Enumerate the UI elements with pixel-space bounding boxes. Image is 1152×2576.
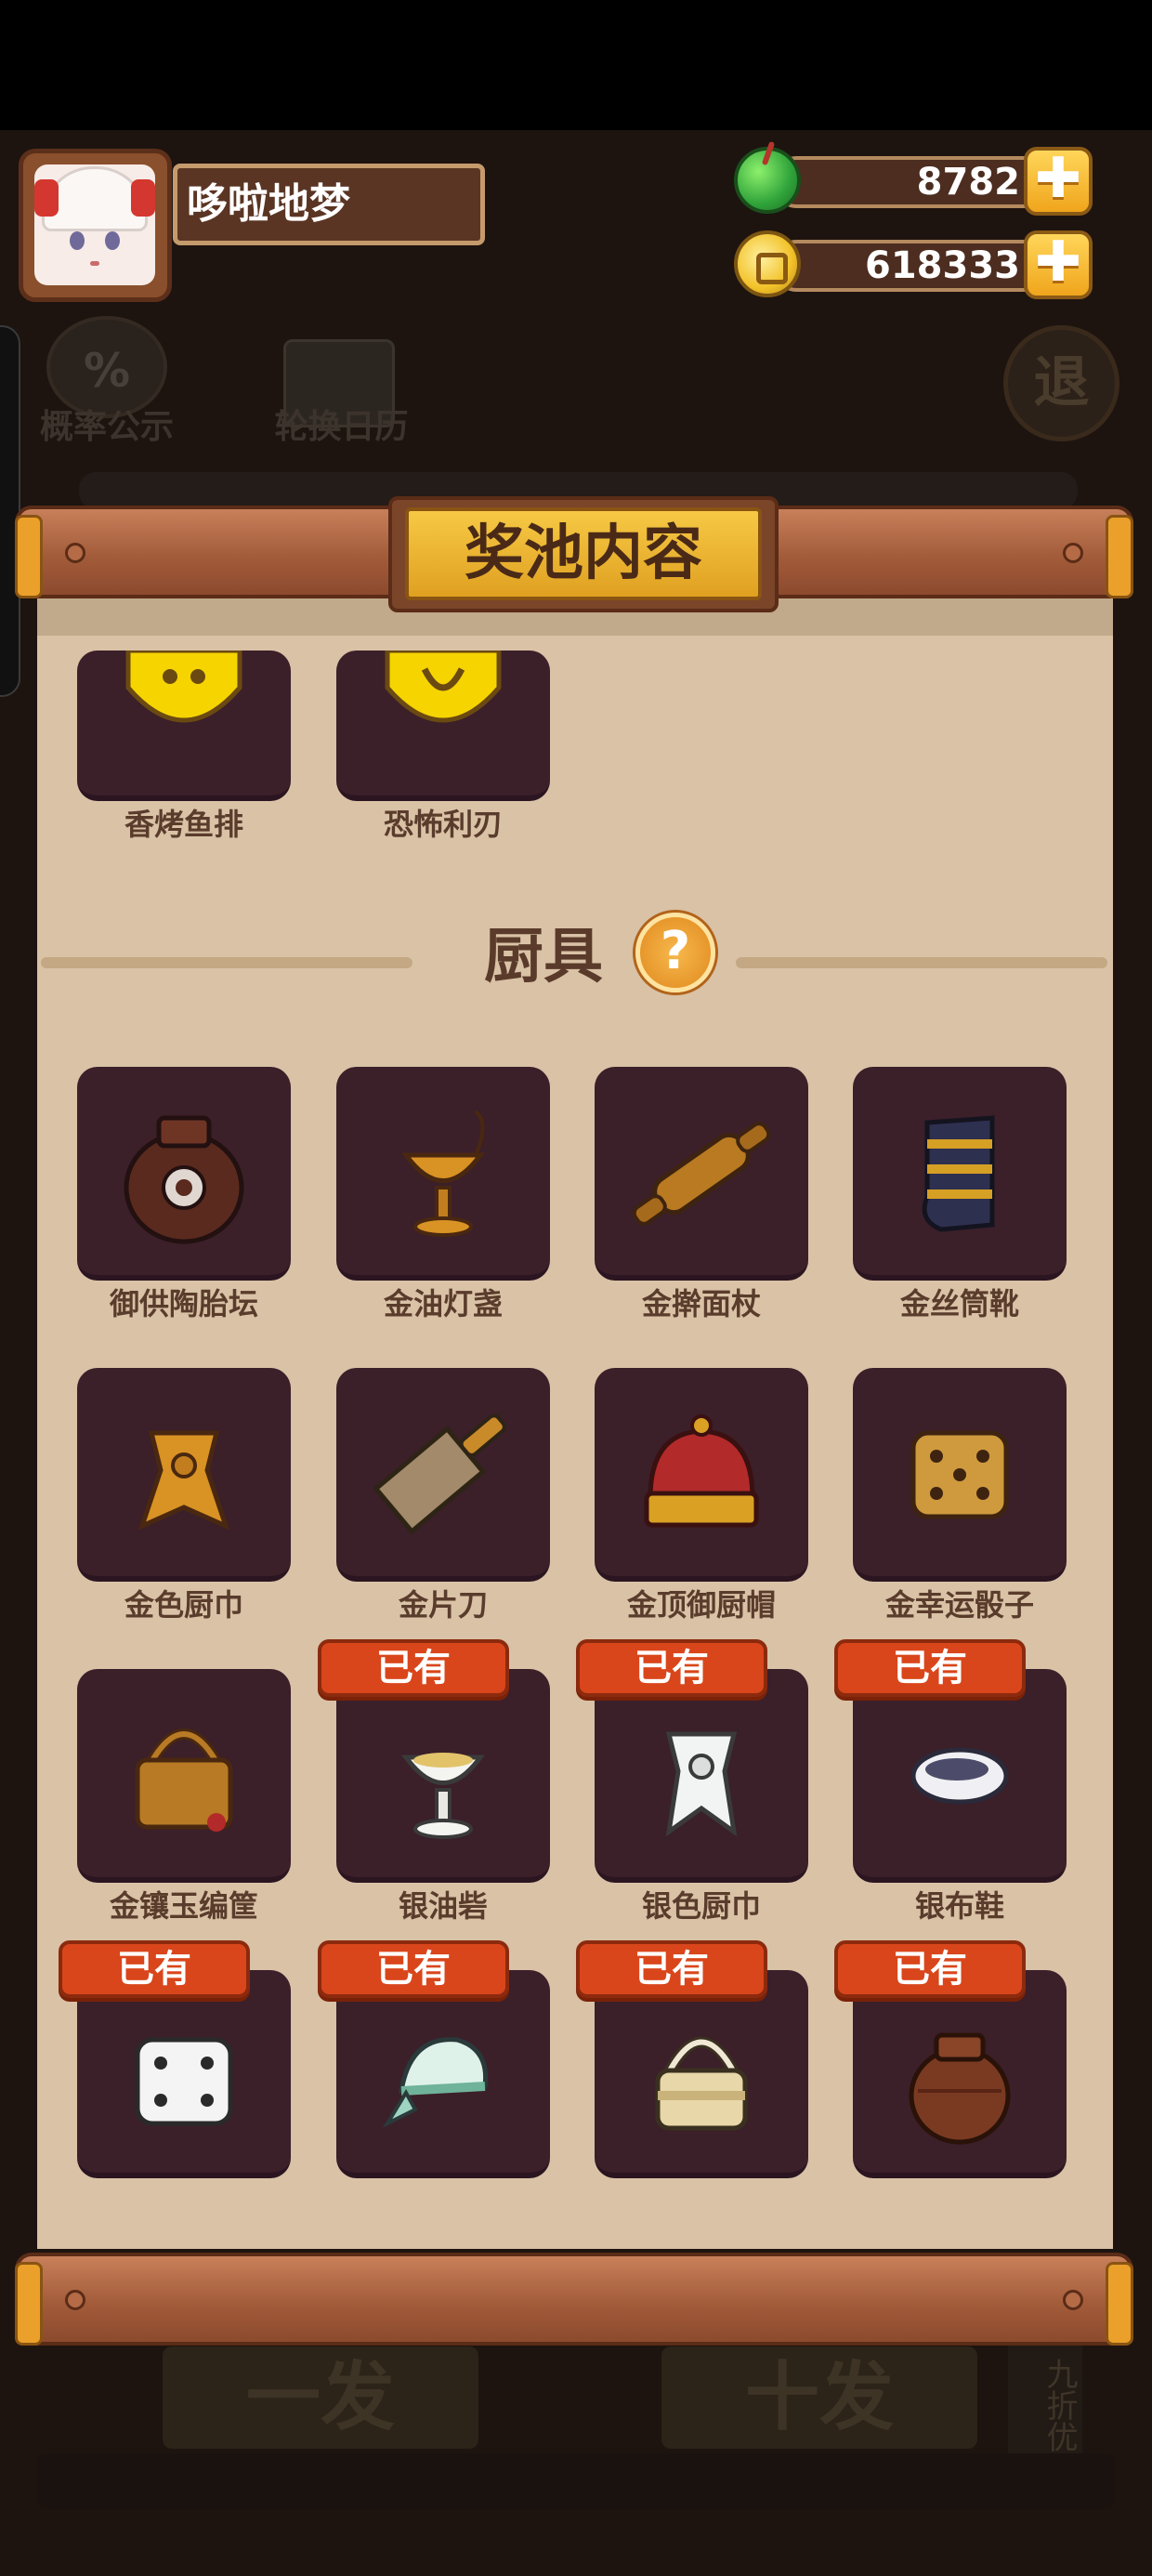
item-label: 金镶玉编筐 bbox=[109, 1888, 258, 1924]
silver-shoe-icon bbox=[910, 1747, 1009, 1805]
item-label: 御供陶胎坛 bbox=[109, 1286, 258, 1321]
list-item[interactable] bbox=[853, 1368, 1067, 1582]
list-item[interactable] bbox=[853, 1669, 1067, 1883]
gem-amount: 8782 bbox=[916, 161, 1020, 204]
list-item[interactable] bbox=[77, 1669, 291, 1883]
player-name: 哆啦地梦 bbox=[187, 180, 350, 228]
list-item[interactable] bbox=[595, 1970, 808, 2178]
ten-draw-button: 十发 bbox=[661, 2346, 977, 2449]
silver-oil-lamp-icon bbox=[401, 1753, 485, 1839]
list-item[interactable] bbox=[77, 1067, 291, 1281]
owned-badge: 已有 bbox=[834, 1639, 1026, 1697]
gold-scarf-icon bbox=[137, 1430, 230, 1531]
name-plate: 哆啦地梦 bbox=[173, 164, 485, 245]
bottom-bar bbox=[37, 2453, 1115, 2509]
section-title: 厨具 bbox=[484, 923, 603, 992]
gold-dice-icon bbox=[910, 1430, 1009, 1519]
exit-button: 退 bbox=[1003, 325, 1119, 441]
gold-rolling-pin-icon bbox=[632, 1122, 771, 1226]
silver-scarf-icon bbox=[665, 1731, 738, 1837]
item-label: 恐怖利刃 bbox=[383, 807, 503, 842]
gold-blade-icon bbox=[385, 648, 502, 723]
list-item[interactable] bbox=[77, 648, 291, 801]
item-label: 金片刀 bbox=[398, 1587, 488, 1623]
item-label: 银油砦 bbox=[398, 1888, 488, 1924]
owned-badge: 已有 bbox=[59, 1940, 250, 1998]
item-label: 银色厨巾 bbox=[641, 1888, 761, 1924]
list-item[interactable] bbox=[853, 1970, 1067, 2178]
item-label: 银布鞋 bbox=[914, 1888, 1004, 1924]
item-label: 金擀面杖 bbox=[641, 1286, 761, 1321]
gold-fish-icon bbox=[125, 648, 242, 723]
single-draw-button: 一发 bbox=[163, 2346, 478, 2449]
gold-coin-icon bbox=[734, 230, 801, 297]
add-gems-button[interactable]: ✚ bbox=[1024, 147, 1093, 216]
woven-basket-icon bbox=[655, 2036, 748, 2131]
clay-jar-icon bbox=[124, 1115, 244, 1244]
list-item[interactable] bbox=[853, 1067, 1067, 1281]
list-item[interactable] bbox=[595, 1067, 808, 1281]
list-item[interactable] bbox=[77, 1970, 291, 2178]
list-item[interactable] bbox=[595, 1368, 808, 1582]
green-gem-icon bbox=[734, 147, 801, 214]
white-dice-icon bbox=[135, 2037, 233, 2126]
gold-chef-hat-icon bbox=[644, 1414, 759, 1528]
probability-label: 概率公示 bbox=[39, 408, 174, 446]
item-label: 金顶御厨帽 bbox=[626, 1587, 776, 1623]
cloth-cap-icon bbox=[382, 2037, 489, 2128]
avatar-portrait bbox=[34, 164, 155, 285]
modal-title: 奖池内容 bbox=[465, 519, 702, 588]
coin-amount: 618333 bbox=[865, 244, 1020, 287]
owned-badge: 已有 bbox=[318, 1940, 509, 1998]
help-button[interactable]: ? bbox=[635, 913, 715, 992]
divider bbox=[41, 957, 412, 968]
item-label: 金色厨巾 bbox=[124, 1587, 243, 1623]
gold-boots-icon bbox=[922, 1115, 995, 1232]
title-banner: 奖池内容 bbox=[388, 496, 779, 612]
owned-badge: 已有 bbox=[576, 1639, 767, 1697]
gold-oil-lamp-icon bbox=[401, 1110, 485, 1237]
list-item[interactable] bbox=[336, 1970, 550, 2178]
owned-badge: 已有 bbox=[318, 1639, 509, 1697]
list-item[interactable] bbox=[77, 1368, 291, 1582]
list-item[interactable] bbox=[336, 648, 550, 801]
avatar[interactable] bbox=[19, 149, 172, 302]
gold-basket-icon bbox=[135, 1728, 233, 1832]
scroll-rod-bottom bbox=[15, 2253, 1133, 2346]
brown-jar-icon bbox=[909, 2032, 1011, 2145]
list-item[interactable] bbox=[336, 1368, 550, 1582]
item-label: 金丝筒靴 bbox=[899, 1286, 1019, 1321]
item-label: 金幸运骰子 bbox=[884, 1587, 1034, 1623]
list-item[interactable] bbox=[336, 1669, 550, 1883]
owned-badge: 已有 bbox=[576, 1940, 767, 1998]
item-label: 香烤鱼排 bbox=[124, 807, 243, 842]
gold-cleaver-icon bbox=[373, 1413, 506, 1535]
owned-badge: 已有 bbox=[834, 1940, 1026, 1998]
list-item[interactable] bbox=[595, 1669, 808, 1883]
item-label: 金油灯盏 bbox=[383, 1286, 503, 1321]
coin-counter: 618333 ✚ bbox=[734, 230, 1096, 299]
list-item[interactable] bbox=[336, 1067, 550, 1281]
gem-counter: 8782 ✚ bbox=[734, 147, 1096, 216]
add-coins-button[interactable]: ✚ bbox=[1024, 230, 1093, 299]
divider bbox=[736, 957, 1107, 968]
calendar-label: 轮换日历 bbox=[274, 408, 409, 446]
side-tab bbox=[0, 325, 20, 697]
